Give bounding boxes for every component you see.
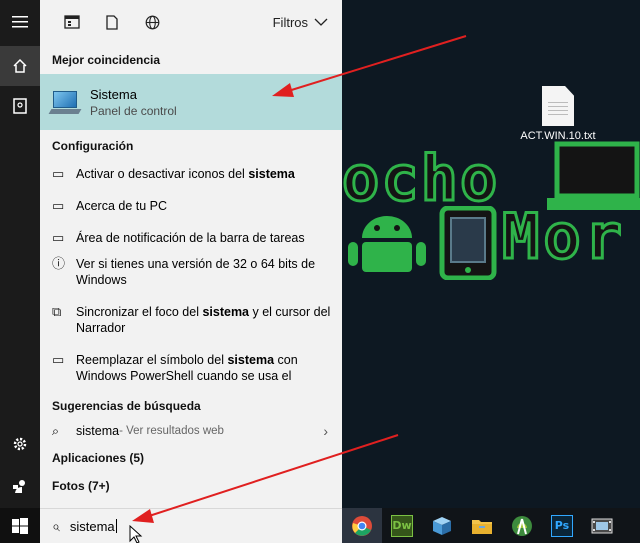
taskbar-app-photoshop[interactable]: Ps — [542, 508, 582, 543]
taskbar-app-3d-box[interactable] — [422, 508, 462, 543]
android-studio-icon — [512, 515, 532, 536]
suggestion-hint: - Ver resultados web — [119, 425, 224, 437]
phone-logo-icon — [439, 206, 497, 280]
apps-window-icon — [64, 15, 80, 29]
apps-heading[interactable]: Aplicaciones (5) — [40, 448, 342, 468]
taskbar-app-file-explorer[interactable] — [462, 508, 502, 543]
settings-button[interactable] — [0, 424, 40, 464]
suggestions-heading: Sugerencias de búsqueda — [52, 399, 201, 413]
taskbar-settings-icon: ▭ — [52, 166, 65, 181]
android-logo-icon — [348, 216, 426, 272]
documents-filter-button[interactable] — [92, 0, 132, 44]
filters-label: Filtros — [272, 14, 308, 30]
chevron-down-icon — [314, 18, 328, 26]
feedback-button[interactable] — [0, 466, 40, 506]
text-file-icon — [542, 86, 574, 126]
folder-icon — [472, 519, 492, 534]
home-button[interactable] — [0, 46, 40, 86]
best-match-title: Sistema — [90, 86, 137, 102]
3d-box-icon — [433, 516, 451, 535]
settings-gear-icon — [13, 437, 27, 451]
notebook-button[interactable] — [0, 86, 40, 126]
desktop: ACT.WIN.10.txt ocho Mor — [342, 0, 640, 508]
document-icon — [106, 14, 118, 30]
settings-result-item[interactable]: ⓘ Ver si tienes una versión de 32 o 64 b… — [40, 256, 342, 296]
taskbar-settings-icon: ▭ — [52, 230, 65, 245]
info-icon: ⓘ — [52, 256, 66, 271]
search-box[interactable]: ⌕ sistema — [40, 508, 342, 543]
start-left-rail — [0, 0, 40, 508]
search-filter-bar: Filtros — [40, 0, 342, 44]
wallpaper-logo-bottom: Mor — [501, 200, 626, 273]
suggestion-term: sistema — [76, 424, 120, 438]
settings-result-item[interactable]: ▭ Acerca de tu PC — [40, 198, 342, 222]
photos-heading[interactable]: Fotos (7+) — [40, 476, 342, 496]
best-match-subtitle: Panel de control — [90, 103, 177, 118]
taskbar-app-media-player[interactable] — [582, 508, 622, 543]
laptop-settings-icon: ▭ — [52, 198, 65, 213]
notebook-icon — [13, 98, 27, 114]
wallpaper-logo-top: ocho — [342, 142, 500, 215]
apps-filter-button[interactable] — [52, 0, 92, 44]
web-suggestion-item[interactable]: ⌕ sistema - Ver resultados web › — [40, 416, 342, 446]
search-icon: ⌕ — [52, 517, 60, 534]
best-match-heading: Mejor coincidencia — [52, 53, 161, 67]
globe-icon — [145, 15, 159, 29]
taskbar-app-android-studio[interactable] — [502, 508, 542, 543]
home-icon — [13, 58, 27, 73]
settings-result-item[interactable]: ▭ Área de notificación de la barra de ta… — [40, 230, 342, 254]
hamburger-menu-icon — [12, 16, 28, 28]
taskbar-app-chrome[interactable] — [342, 508, 382, 543]
filters-dropdown[interactable]: Filtros — [273, 15, 328, 30]
search-input[interactable]: sistema — [70, 519, 115, 534]
control-panel-system-icon — [48, 89, 82, 115]
best-match-result[interactable]: Sistema Panel de control — [40, 74, 342, 130]
search-results-panel: Filtros Mejor coincidencia Sistema Panel… — [40, 0, 342, 508]
hamburger-menu-button[interactable] — [0, 2, 40, 42]
desktop-file[interactable]: ACT.WIN.10.txt — [512, 86, 604, 142]
taskbar-settings-icon: ▭ — [52, 352, 65, 367]
film-strip-icon — [591, 518, 613, 533]
search-icon: ⌕ — [52, 423, 60, 438]
feedback-person-icon — [13, 480, 25, 493]
settings-result-item[interactable]: ⧉ Sincronizar el foco del sistema y el c… — [40, 304, 342, 344]
web-filter-button[interactable] — [132, 0, 172, 44]
settings-heading: Configuración — [52, 139, 134, 153]
chevron-right-icon[interactable]: › — [323, 423, 328, 439]
narrator-sync-icon: ⧉ — [52, 304, 62, 319]
taskbar: Dw Ps — [342, 508, 640, 543]
settings-result-item[interactable]: ▭ Activar o desactivar iconos del sistem… — [40, 166, 342, 190]
settings-result-item[interactable]: ▭ Reemplazar el símbolo del sistema con … — [40, 352, 342, 392]
chrome-icon — [352, 515, 372, 536]
photoshop-icon: Ps — [551, 514, 573, 537]
windows-logo-icon — [12, 517, 28, 534]
start-button[interactable] — [0, 508, 40, 543]
taskbar-app-dreamweaver[interactable]: Dw — [382, 508, 422, 543]
dreamweaver-icon: Dw — [391, 514, 413, 537]
text-caret — [115, 519, 117, 533]
